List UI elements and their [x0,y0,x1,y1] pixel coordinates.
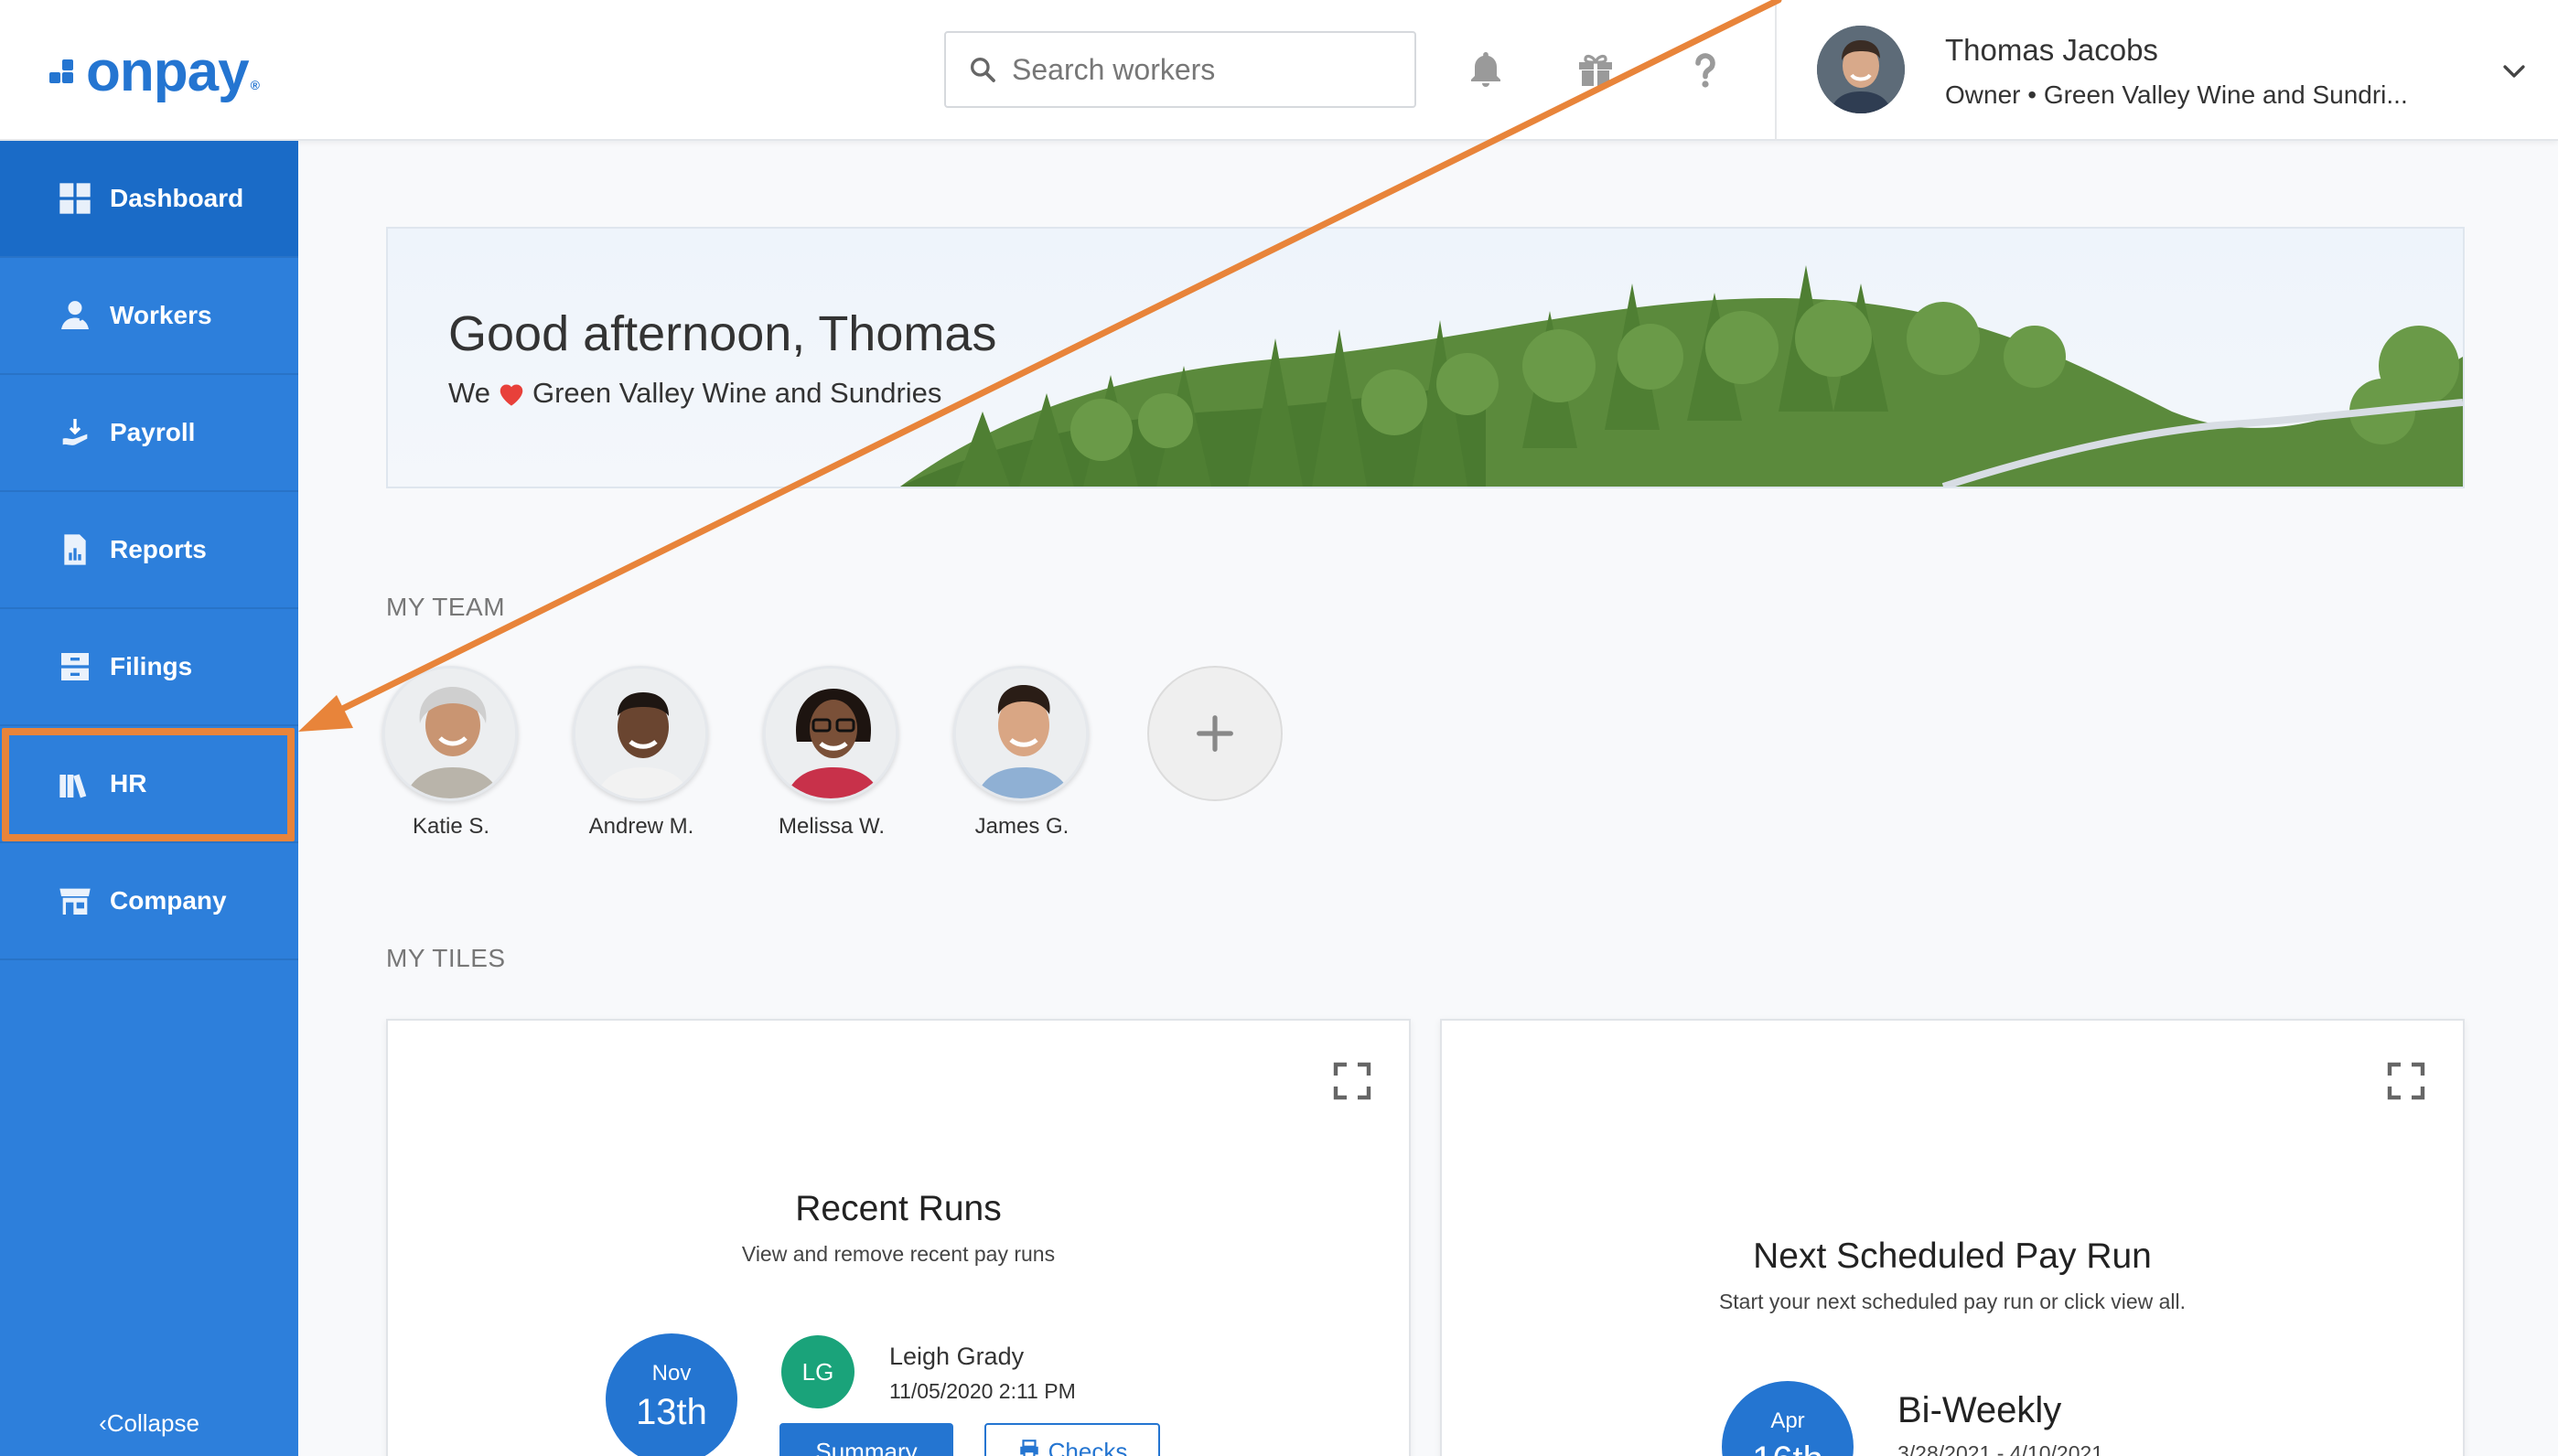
workers-icon [61,301,89,329]
sidebar-item-label: Filings [110,652,193,680]
expand-icon[interactable] [1330,1059,1374,1103]
tile-title: Next Scheduled Pay Run [1753,1237,2152,1276]
pay-frequency: Bi-Weekly [1897,1390,2062,1430]
avatar [953,666,1089,801]
sidebar-item-label: Payroll [110,418,196,446]
tile-subtitle: Start your next scheduled pay run or cli… [1718,1290,2187,1313]
pay-period: 3/28/2021 - 4/10/2021 [1897,1441,2104,1456]
welcome-banner: Good afternoon, Thomas We Green Valley W… [386,227,2465,488]
sidebar-item-filings[interactable]: Filings [0,609,298,726]
run-month: Nov [651,1361,692,1386]
sidebar-item-company[interactable]: Company [0,843,298,960]
next-run-month: Apr [1770,1408,1805,1433]
recent-runs-tile: Recent Runs View and remove recent pay r… [386,1019,1411,1456]
chevron-down-icon [2503,65,2525,78]
sidebar-item-payroll[interactable]: Payroll [0,375,298,492]
my-team-label: MY TEAM [386,593,506,621]
question-mark-icon [1695,53,1715,88]
logo-text: onpay [86,39,250,103]
top-header: onpay ® Thomas Jacobs Owner • Green Vall… [0,0,2558,141]
help-button[interactable] [1678,42,1733,97]
user-avatar[interactable] [1817,26,1905,113]
payroll-icon [62,419,88,445]
collapse-label: Collapse [106,1409,199,1437]
next-run-date-badge: Apr 16th [1722,1381,1854,1456]
my-tiles-label: MY TILES [386,944,506,972]
plus-icon [1197,715,1233,752]
next-run-day: 16th [1722,1440,1854,1456]
expand-icon[interactable] [2384,1059,2428,1103]
user-menu-toggle[interactable] [2494,51,2534,91]
hr-highlight-annotation [2,728,295,841]
run-day: 13th [636,1392,707,1432]
run-datetime: 11/05/2020 2:11 PM [889,1379,1076,1403]
heart-icon [500,384,523,406]
search-input[interactable] [1012,52,1396,87]
avatar [573,666,708,801]
greeting-text: Good afternoon, Thomas [448,306,997,361]
company-icon [59,888,91,915]
header-divider [1775,0,1777,141]
add-team-member-button[interactable] [1147,666,1283,801]
gift-icon [1579,54,1612,86]
sidebar-collapse-button[interactable]: ‹Collapse [0,1409,298,1438]
filings-icon [61,653,89,680]
team-member-melissa[interactable]: Melissa W. [763,666,900,840]
tile-title: Recent Runs [795,1189,1002,1228]
run-date-badge: Nov 13th [606,1333,737,1456]
user-photo [1817,26,1905,113]
sidebar-item-label: Workers [110,301,212,329]
user-name[interactable]: Thomas Jacobs [1945,33,2158,68]
user-role-company: Owner • Green Valley Wine and Sundri... [1945,80,2408,109]
dashboard-icon [59,183,91,214]
logo-registered-mark: ® [250,78,260,92]
tile-subtitle: View and remove recent pay runs [741,1242,1056,1266]
checks-button[interactable]: Checks [984,1423,1160,1456]
checks-label: Checks [1048,1438,1128,1456]
team-member-name: Katie S. [412,814,490,839]
team-member-name: James G. [974,814,1069,839]
sidebar-item-dashboard[interactable]: Dashboard [0,141,298,258]
printer-icon [1019,1440,1038,1456]
sidebar-item-reports[interactable]: Reports [0,492,298,609]
logo-mark-icon [49,58,81,85]
notifications-button[interactable] [1458,42,1513,97]
sidebar-item-label: Dashboard [110,184,244,212]
avatar [763,666,898,801]
search-box[interactable] [944,31,1416,108]
team-member-name: Andrew M. [588,814,694,839]
summary-button[interactable]: Summary [779,1423,953,1456]
user-initials-badge: LG [781,1335,854,1408]
chevron-left-icon: ‹ [99,1409,107,1437]
company-love-line: We Green Valley Wine and Sundries [448,377,941,410]
avatar [382,666,518,801]
bell-icon [1471,52,1500,87]
team-member-andrew[interactable]: Andrew M. [573,666,710,840]
team-member-name: Melissa W. [778,814,885,839]
company-name: Green Valley Wine and Sundries [532,377,942,409]
run-person-name: Leigh Grady [889,1343,1025,1370]
sidebar-item-workers[interactable]: Workers [0,258,298,375]
onpay-logo[interactable]: onpay ® [49,35,260,108]
team-member-katie[interactable]: Katie S. [382,666,520,840]
team-member-james[interactable]: James G. [953,666,1091,840]
search-icon [971,58,995,82]
we-text: We [448,377,490,409]
sidebar-item-label: Reports [110,535,207,563]
next-pay-run-tile: Next Scheduled Pay Run Start your next s… [1440,1019,2465,1456]
reports-icon [64,534,86,565]
sidebar-item-label: Company [110,886,227,915]
gifts-button[interactable] [1568,42,1623,97]
